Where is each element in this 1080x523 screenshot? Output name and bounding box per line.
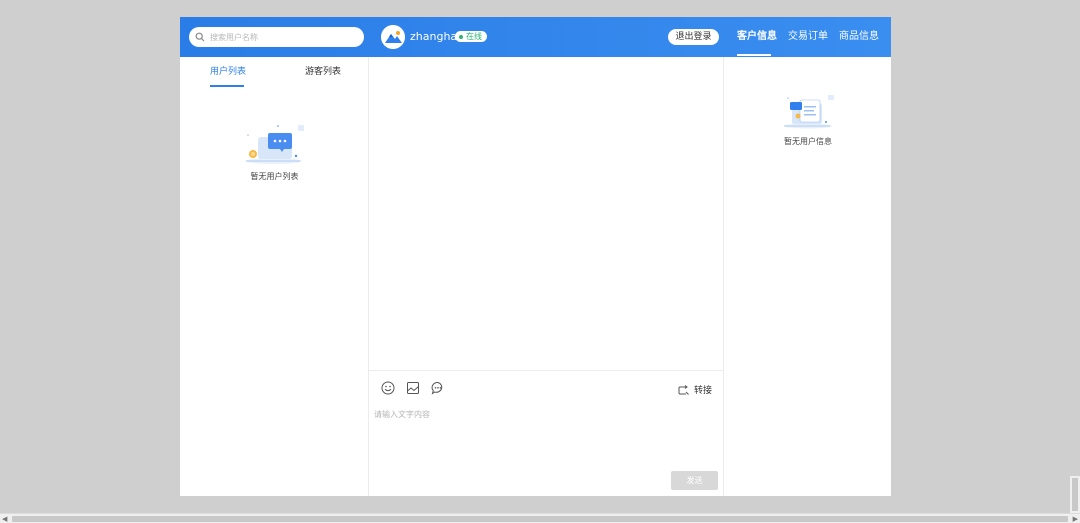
horizontal-scrollbar-thumb[interactable] [12,516,1068,522]
customer-service-app: zhanghao 在线 退出登录 客户信息 交易订单 商品信息 用户列表 游客列… [180,17,891,496]
tab-products[interactable]: 商品信息 [839,31,879,43]
active-tab-indicator [737,54,771,56]
status-badge: 在线 [455,31,487,42]
empty-user-info-text: 暂无用户信息 [784,137,832,146]
tab-guest-list[interactable]: 游客列表 [305,67,341,78]
header-bar: zhanghao 在线 退出登录 客户信息 交易订单 商品信息 [180,17,891,57]
empty-user-list-text: 暂无用户列表 [250,172,299,181]
tab-customer-info[interactable]: 客户信息 [737,31,777,43]
transfer-label: 转接 [694,386,713,396]
horizontal-scrollbar[interactable]: ◀ ▶ [0,513,1080,523]
vertical-scrollbar-thumb[interactable] [1072,478,1078,511]
vertical-scrollbar[interactable] [1070,476,1080,513]
chat-toolbar: 转接 [369,370,724,402]
send-button[interactable]: 发送 [671,471,718,490]
tab-user-list[interactable]: 用户列表 [210,67,246,78]
scroll-right-icon[interactable]: ▶ [1073,515,1078,523]
empty-user-info-illustration [784,95,834,129]
image-icon[interactable] [406,381,420,395]
empty-chat-illustration [246,125,304,164]
customer-info-panel: 暂无用户信息 [725,57,891,496]
emoji-icon[interactable] [381,381,395,395]
status-label: 在线 [466,32,482,41]
user-list-panel: 用户列表 游客列表 暂无用户列表 [180,57,369,496]
search-input[interactable] [210,32,350,42]
search-box[interactable] [189,27,364,47]
avatar[interactable] [381,25,405,49]
message-input[interactable] [374,409,714,459]
transfer-icon [678,384,689,395]
scroll-left-icon[interactable]: ◀ [2,515,7,523]
quick-reply-icon[interactable] [431,381,445,395]
tab-orders[interactable]: 交易订单 [788,31,828,43]
chat-panel: 转接 发送 [369,57,724,496]
logout-button[interactable]: 退出登录 [668,29,719,45]
transfer-button[interactable]: 转接 [678,383,712,396]
list-tab-indicator [210,85,244,87]
online-dot-icon [459,34,463,39]
avatar-image [381,25,405,49]
search-icon [195,32,205,42]
